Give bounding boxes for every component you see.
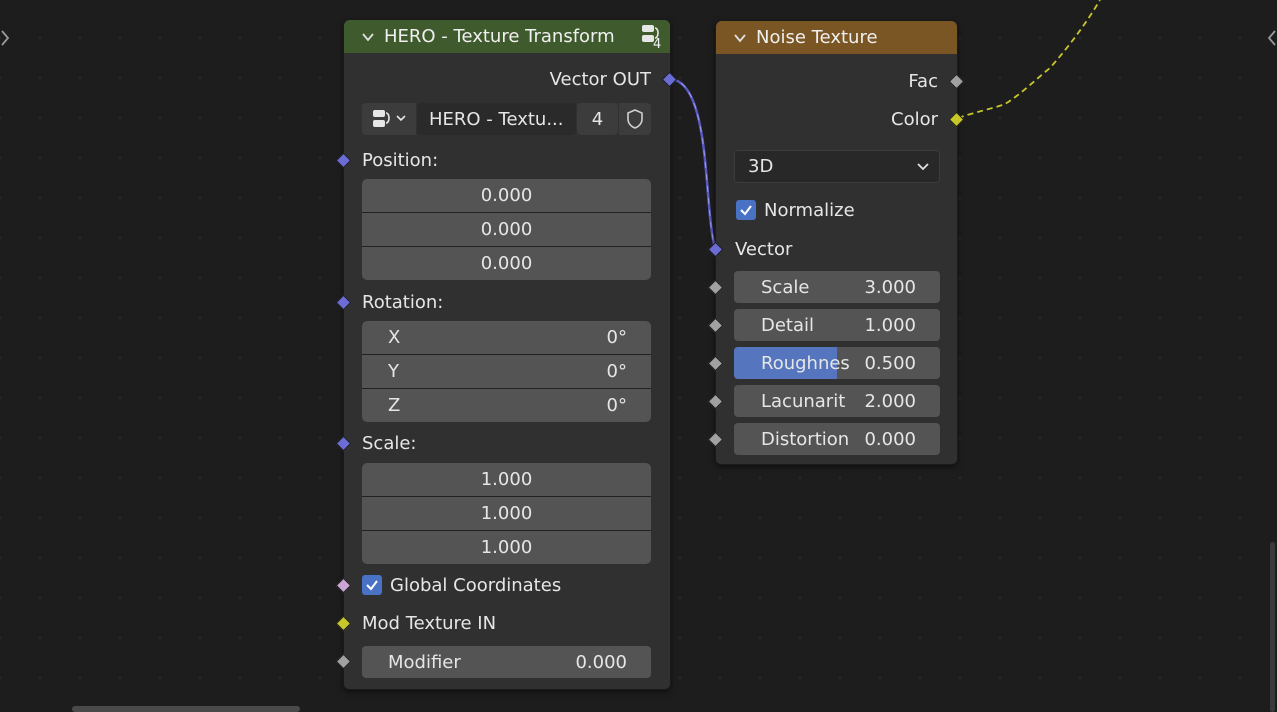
node-tree-icon (373, 110, 406, 127)
detail-field[interactable]: Detail 1.000 (734, 309, 940, 341)
detail-input-socket[interactable] (707, 317, 724, 334)
position-label: Position: (362, 150, 439, 171)
link-vector-out-to-vector-dash (669, 78, 716, 249)
node-group-name-field[interactable]: HERO - Textu... (417, 103, 576, 135)
shield-icon (627, 109, 643, 129)
distortion-field[interactable]: Distortion 0.000 (734, 423, 940, 455)
group-node-texture-transform[interactable]: HERO - Texture Transform 4 Vector OUT HE… (335, 19, 678, 690)
scale-y-field[interactable]: 1.000 (362, 497, 651, 530)
mod-texture-in-label: Mod Texture IN (362, 613, 497, 634)
link-vector-out-to-vector (669, 77, 717, 249)
vector-input-socket[interactable] (707, 241, 724, 258)
rotation-socket[interactable] (335, 294, 352, 311)
modifier-socket[interactable] (335, 653, 352, 670)
global-coordinates-socket[interactable] (335, 577, 352, 594)
normalize-checkbox[interactable] (736, 200, 756, 220)
rotation-vector: X 0° Y 0° Z 0° (362, 321, 651, 422)
scale-socket[interactable] (335, 435, 352, 452)
node-group-user-count[interactable]: 4 (577, 103, 618, 135)
right-panel-toggle-icon[interactable] (1267, 28, 1277, 48)
position-z-field[interactable]: 0.000 (362, 247, 651, 280)
node-header[interactable]: Noise Texture (716, 21, 957, 54)
fac-output-socket[interactable] (948, 73, 965, 90)
fake-user-button[interactable] (619, 103, 651, 135)
dimensions-dropdown[interactable]: 3D (734, 150, 940, 183)
node-title: Noise Texture (756, 27, 878, 48)
collapse-chevron-icon[interactable] (734, 32, 746, 44)
left-panel-toggle-icon[interactable] (0, 28, 10, 48)
position-x-field[interactable]: 0.000 (362, 179, 651, 212)
global-coordinates-checkbox[interactable] (362, 575, 382, 595)
rotation-label: Rotation: (362, 292, 444, 313)
noise-texture-node[interactable]: Noise Texture Fac Color 3D Normalize Vec… (707, 20, 965, 465)
scale-label: Scale: (362, 433, 417, 454)
vector-out-label: Vector OUT (549, 69, 651, 90)
vector-out-socket[interactable] (661, 71, 678, 88)
scale-vector: 1.000 1.000 1.000 (362, 463, 651, 564)
checkmark-icon (366, 580, 378, 591)
lacunarity-input-socket[interactable] (707, 393, 724, 410)
scale-field[interactable]: Scale 3.000 (734, 271, 940, 303)
position-y-field[interactable]: 0.000 (362, 213, 651, 246)
roughness-input-socket[interactable] (707, 355, 724, 372)
distortion-input-socket[interactable] (707, 431, 724, 448)
checkmark-icon (740, 205, 752, 216)
roughness-slider[interactable]: Roughnes 0.500 (734, 347, 940, 379)
rotation-y-field[interactable]: Y 0° (362, 355, 651, 388)
scale-input-socket[interactable] (707, 279, 724, 296)
scale-x-field[interactable]: 1.000 (362, 463, 651, 496)
rotation-x-field[interactable]: X 0° (362, 321, 651, 354)
horizontal-scrollbar[interactable] (72, 706, 300, 712)
normalize-label: Normalize (764, 200, 855, 221)
mod-texture-in-socket[interactable] (335, 615, 352, 632)
color-output-label: Color (891, 109, 938, 130)
link-color-out (957, 0, 1101, 119)
node-group-icon: 4 (640, 23, 666, 52)
fac-output-label: Fac (908, 71, 938, 92)
position-socket[interactable] (335, 152, 352, 169)
position-vector: 0.000 0.000 0.000 (362, 179, 651, 280)
scale-z-field[interactable]: 1.000 (362, 531, 651, 564)
chevron-down-icon (917, 162, 929, 170)
lacunarity-field[interactable]: Lacunarit 2.000 (734, 385, 940, 417)
global-coordinates-label: Global Coordinates (390, 575, 562, 596)
node-title: HERO - Texture Transform (384, 26, 615, 47)
collapse-chevron-icon[interactable] (362, 31, 374, 43)
node-user-count: 4 (653, 37, 662, 52)
color-output-socket[interactable] (948, 111, 965, 128)
node-header[interactable]: HERO - Texture Transform 4 (344, 20, 670, 53)
modifier-field[interactable]: Modifier 0.000 (362, 646, 651, 678)
vertical-scrollbar[interactable] (1270, 542, 1275, 712)
rotation-z-field[interactable]: Z 0° (362, 389, 651, 422)
node-group-browse-button[interactable] (362, 103, 416, 135)
vector-input-label: Vector (735, 239, 793, 260)
